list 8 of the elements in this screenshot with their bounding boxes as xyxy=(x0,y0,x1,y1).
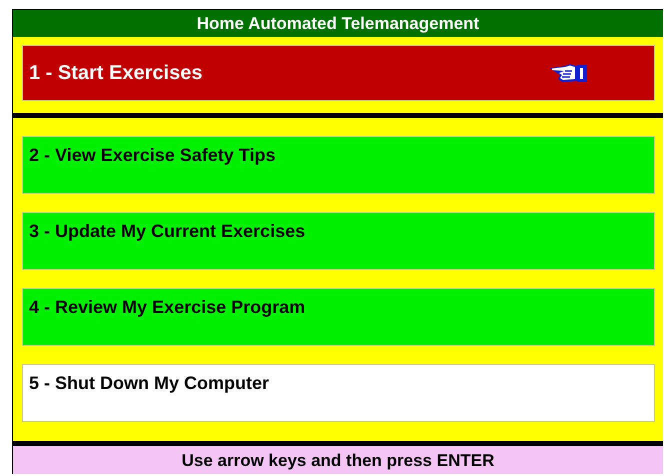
menu-item[interactable]: 5 - Shut Down My Computer xyxy=(22,364,655,422)
menu-item[interactable]: 1 - Start Exercises xyxy=(22,45,655,101)
menu-item[interactable]: 2 - View Exercise Safety Tips xyxy=(22,136,655,194)
pointing-hand-icon xyxy=(548,62,588,84)
status-hint: Use arrow keys and then press ENTER xyxy=(13,441,663,474)
menu-item[interactable]: 3 - Update My Current Exercises xyxy=(22,212,655,270)
window-title: Home Automated Telemanagement xyxy=(13,10,663,37)
menu-item[interactable]: 4 - Review My Exercise Program xyxy=(22,288,655,346)
